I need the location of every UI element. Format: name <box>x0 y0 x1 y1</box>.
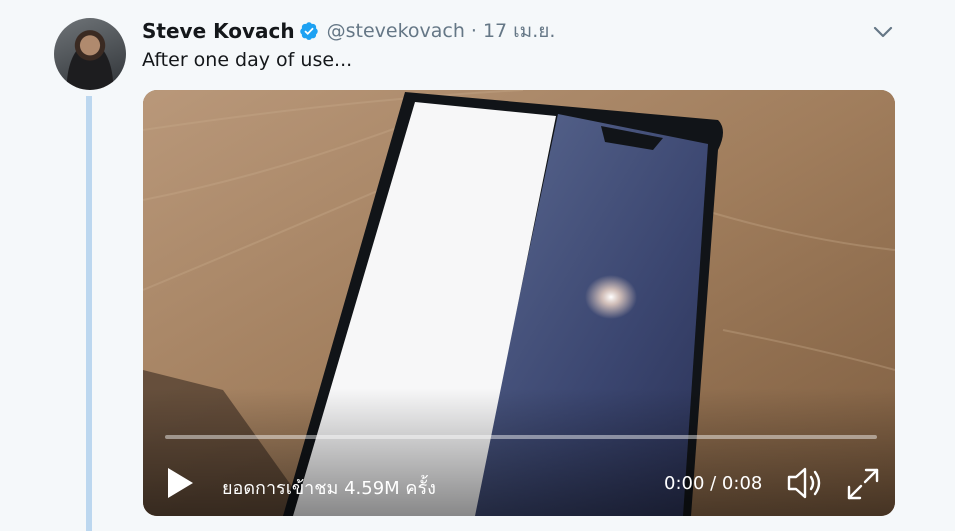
tweet-header: Steve Kovach @stevekovach · 17 เม.ย. <box>142 14 555 48</box>
thread-line <box>86 96 92 531</box>
author-name[interactable]: Steve Kovach <box>142 19 295 43</box>
play-icon[interactable] <box>165 466 195 500</box>
tweet-text: After one day of use... <box>142 49 353 71</box>
video-frame <box>143 90 895 516</box>
author-handle[interactable]: @stevekovach <box>327 20 465 42</box>
verified-badge-icon <box>299 22 318 40</box>
fullscreen-icon[interactable] <box>846 467 880 501</box>
separator-dot: · <box>470 20 477 42</box>
tweet-date[interactable]: 17 เม.ย. <box>483 16 555 46</box>
tweet: Steve Kovach @stevekovach · 17 เม.ย. Aft… <box>0 0 955 531</box>
chevron-down-icon[interactable] <box>872 24 894 40</box>
video-time: 0:00 / 0:08 <box>664 473 763 494</box>
volume-icon[interactable] <box>786 466 826 500</box>
avatar[interactable] <box>54 18 126 90</box>
view-count: ยอดการเข้าชม 4.59M ครั้ง <box>222 478 436 499</box>
video-progress-bar[interactable] <box>165 435 877 439</box>
video-player[interactable]: ยอดการเข้าชม 4.59M ครั้ง 0:00 / 0:08 <box>143 90 895 516</box>
